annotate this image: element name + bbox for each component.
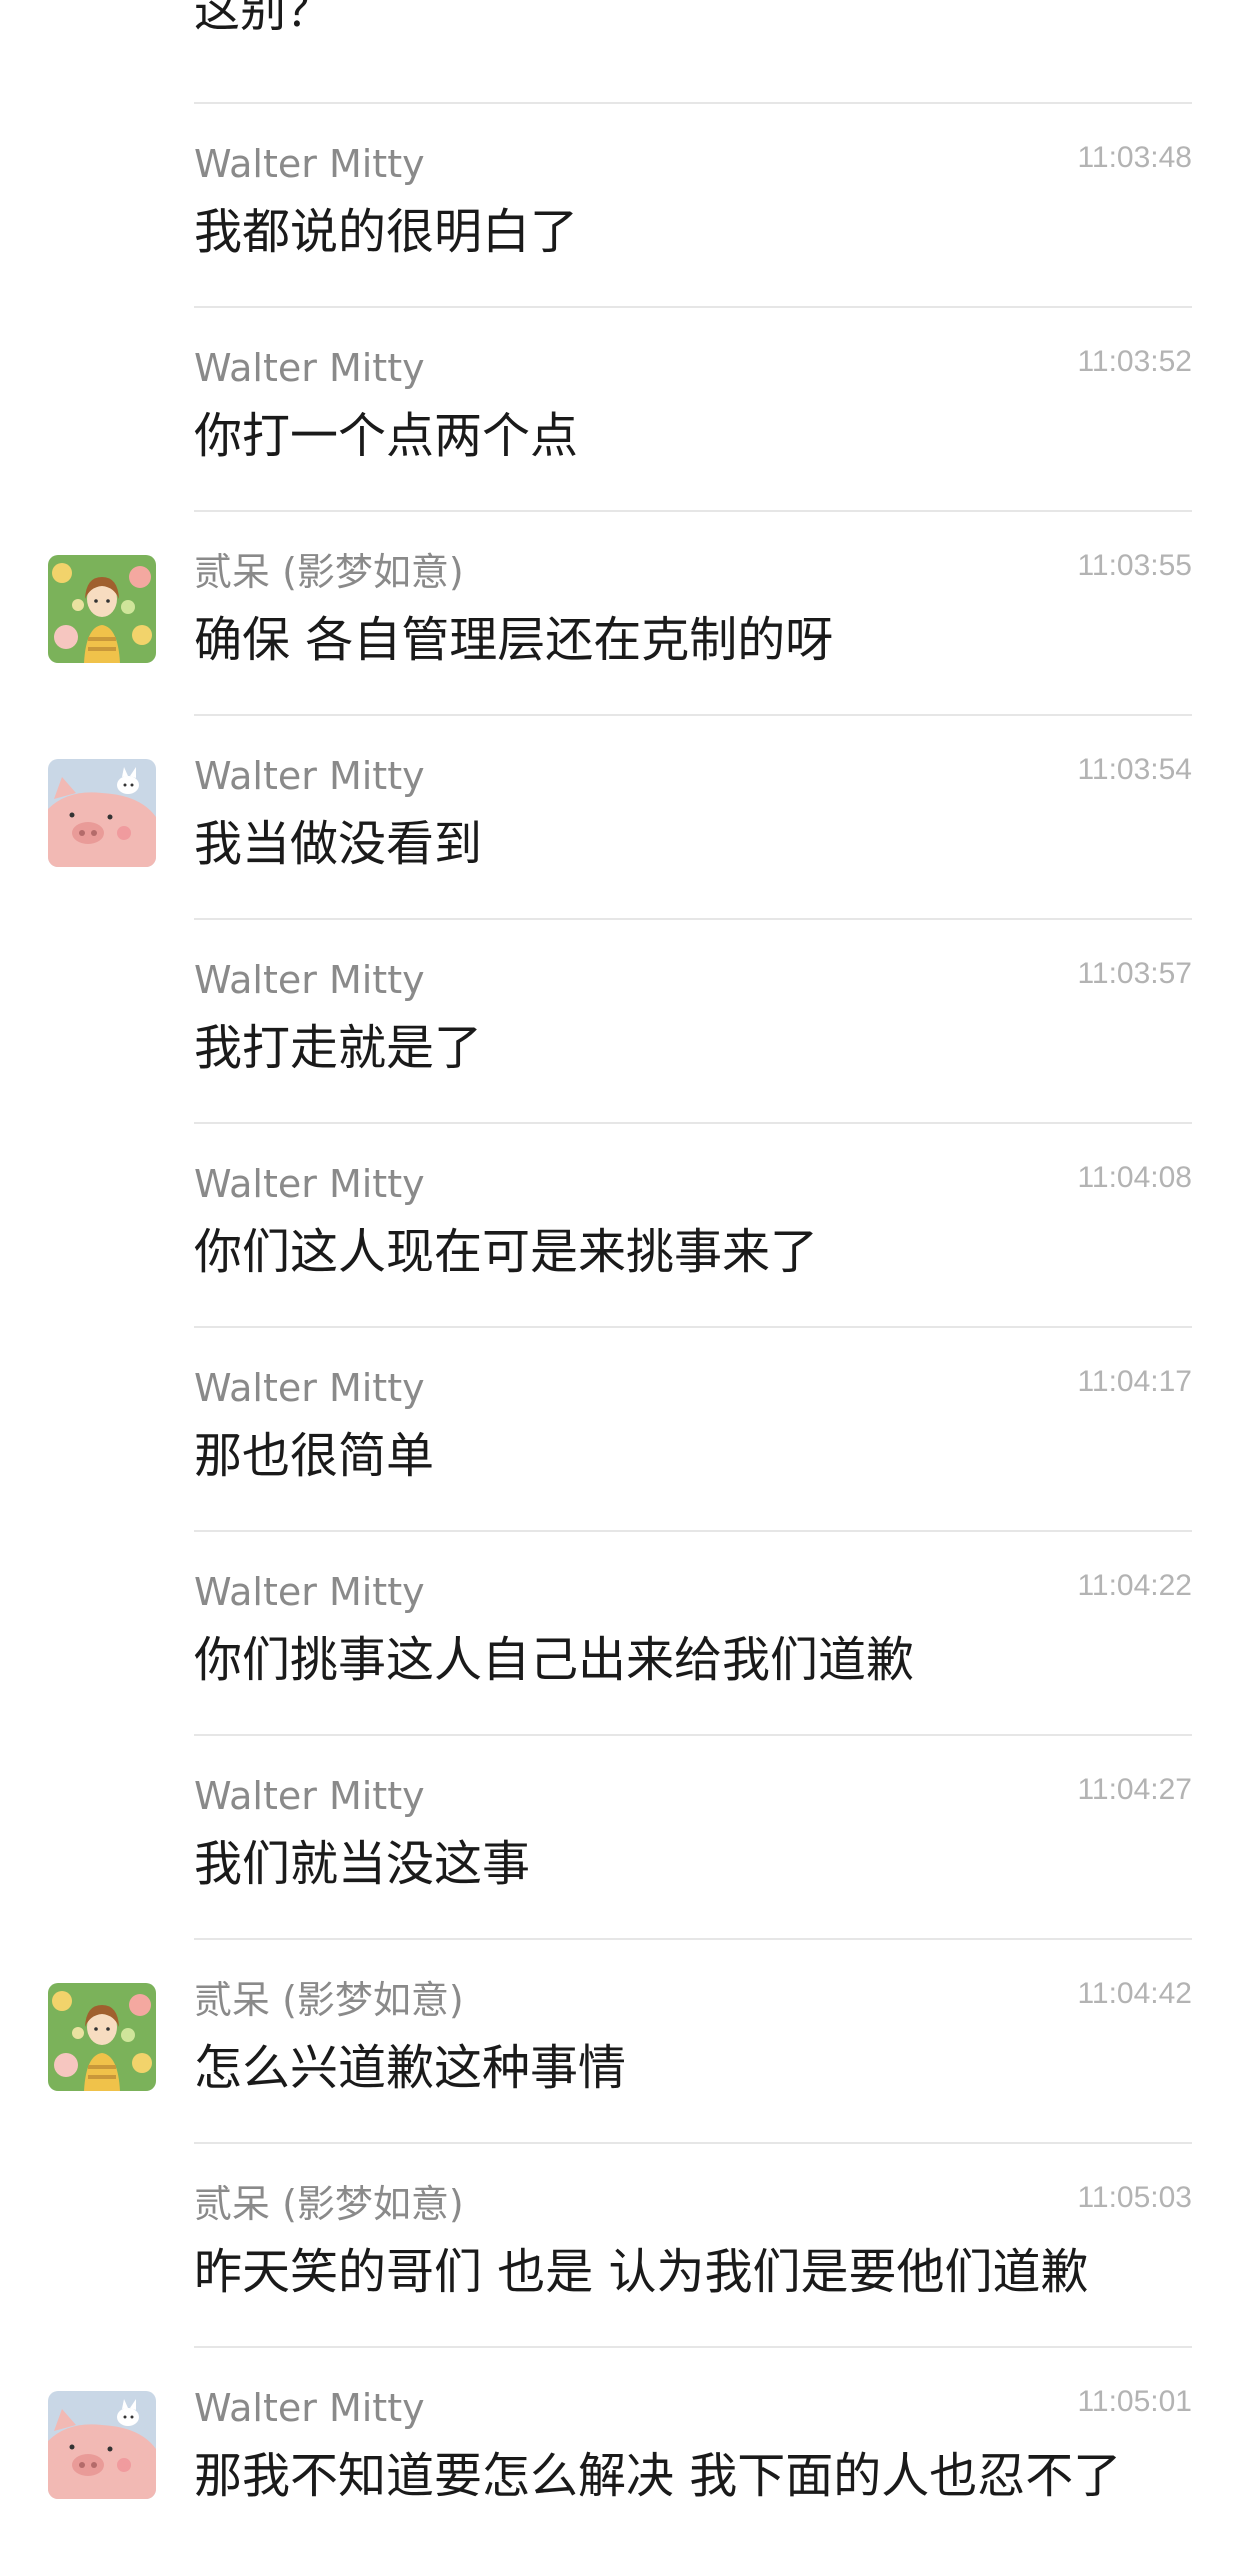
message-timestamp: 11:04:42: [1077, 1977, 1192, 2010]
sender-name: Walter Mitty: [194, 142, 425, 186]
message-divider: [194, 2142, 1192, 2144]
message-row[interactable]: Walter Mitty 11:04:17 那也很简单: [0, 1326, 1242, 1530]
message-text: 我都说的很明白了: [194, 204, 579, 260]
pink-pig-avatar[interactable]: [48, 2391, 156, 2499]
sender-name: 贰呆 (影梦如意): [194, 1978, 464, 2022]
girl-in-flowers-avatar[interactable]: [48, 555, 156, 663]
message-row[interactable]: 贰呆 (影梦如意) 11:03:55 确保 各自管理层还在克制的呀: [0, 510, 1242, 714]
message-timestamp: 11:03:57: [1077, 957, 1192, 990]
message-timestamp: 11:04:17: [1077, 1365, 1192, 1398]
message-divider: [194, 102, 1192, 104]
sender-name: Walter Mitty: [194, 958, 425, 1002]
partial-message-text: 这别？: [194, 0, 332, 37]
message-divider: [194, 1326, 1192, 1328]
message-divider: [194, 918, 1192, 920]
message-text: 我打走就是了: [194, 1020, 483, 1076]
message-divider: [194, 510, 1192, 512]
message-timestamp: 11:04:08: [1077, 1161, 1192, 1194]
message-timestamp: 11:03:52: [1077, 345, 1192, 378]
pink-pig-avatar[interactable]: [48, 759, 156, 867]
message-row[interactable]: Walter Mitty 11:04:27 我们就当没这事: [0, 1734, 1242, 1938]
sender-name: Walter Mitty: [194, 1774, 425, 1818]
message-text: 那我不知道要怎么解决 我下面的人也忍不了: [194, 2448, 1122, 2504]
message-divider: [194, 714, 1192, 716]
message-row[interactable]: Walter Mitty 11:04:08 你们这人现在可是来挑事来了: [0, 1122, 1242, 1326]
sender-name: Walter Mitty: [194, 1570, 425, 1614]
sender-name: Walter Mitty: [194, 1366, 425, 1410]
message-timestamp: 11:03:55: [1077, 549, 1192, 582]
message-text: 你们挑事这人自己出来给我们道歉: [194, 1632, 915, 1688]
message-divider: [194, 1734, 1192, 1736]
message-timestamp: 11:05:01: [1077, 2385, 1192, 2418]
message-text: 我当做没看到: [194, 816, 483, 872]
message-text: 你打一个点两个点: [194, 408, 579, 464]
sender-name: 贰呆 (影梦如意): [194, 550, 464, 594]
message-text: 我们就当没这事: [194, 1836, 531, 1892]
message-divider: [194, 2346, 1192, 2348]
message-row[interactable]: 贰呆 (影梦如意) 11:04:42 怎么兴道歉这种事情: [0, 1938, 1242, 2142]
message-timestamp: 11:04:22: [1077, 1569, 1192, 1602]
message-timestamp: 11:03:54: [1077, 753, 1192, 786]
message-text: 那也很简单: [194, 1428, 435, 1484]
message-row[interactable]: Walter Mitty 11:03:54 我当做没看到: [0, 714, 1242, 918]
message-row[interactable]: 贰呆 (影梦如意) 11:05:03 昨天笑的哥们 也是 认为我们是要他们道歉: [0, 2142, 1242, 2346]
chat-message-list[interactable]: 这别？ Walter Mitty 11:03:48 我都说的很明白了 Walter M…: [0, 0, 1242, 2515]
message-timestamp: 11:04:27: [1077, 1773, 1192, 1806]
sender-name: 贰呆 (影梦如意): [194, 2182, 464, 2226]
sender-name: Walter Mitty: [194, 2386, 425, 2430]
message-row[interactable]: Walter Mitty 11:03:52 你打一个点两个点: [0, 306, 1242, 510]
message-divider: [194, 306, 1192, 308]
message-divider: [194, 1122, 1192, 1124]
message-row[interactable]: Walter Mitty 11:03:57 我打走就是了: [0, 918, 1242, 1122]
message-text: 确保 各自管理层还在克制的呀: [194, 612, 834, 668]
girl-in-flowers-avatar[interactable]: [48, 1983, 156, 2091]
message-row[interactable]: Walter Mitty 11:04:22 你们挑事这人自己出来给我们道歉: [0, 1530, 1242, 1734]
message-timestamp: 11:05:03: [1077, 2181, 1192, 2214]
message-text: 昨天笑的哥们 也是 认为我们是要他们道歉: [194, 2244, 1089, 2300]
sender-name: Walter Mitty: [194, 346, 425, 390]
message-row[interactable]: Walter Mitty 11:03:48 我都说的很明白了: [0, 102, 1242, 306]
message-text: 怎么兴道歉这种事情: [194, 2040, 627, 2096]
message-text: 你们这人现在可是来挑事来了: [194, 1224, 819, 1280]
message-timestamp: 11:03:48: [1077, 141, 1192, 174]
message-divider: [194, 1938, 1192, 1940]
sender-name: Walter Mitty: [194, 754, 425, 798]
sender-name: Walter Mitty: [194, 1162, 425, 1206]
message-row[interactable]: Walter Mitty 11:05:01 那我不知道要怎么解决 我下面的人也忍不了: [0, 2346, 1242, 2550]
message-divider: [194, 1530, 1192, 1532]
